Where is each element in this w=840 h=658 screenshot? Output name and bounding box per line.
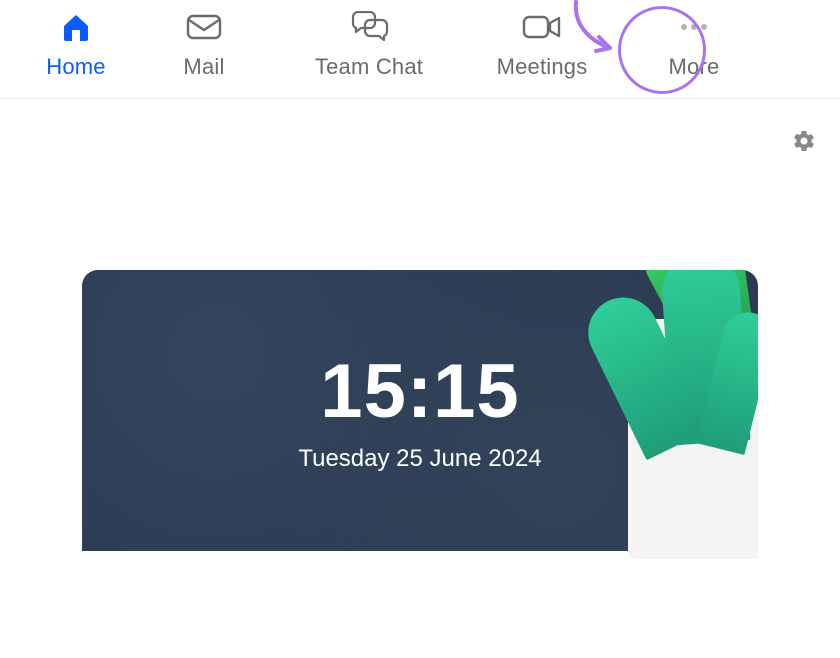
tab-team-chat[interactable]: Team Chat: [278, 0, 460, 98]
tab-meetings-label: Meetings: [497, 54, 588, 80]
clock-date: Tuesday 25 June 2024: [298, 445, 541, 473]
tab-mail-label: Mail: [183, 54, 224, 80]
tab-more-label: More: [669, 54, 720, 80]
mail-icon: [186, 10, 222, 44]
tab-home-label: Home: [46, 54, 106, 80]
more-icon: [674, 10, 714, 44]
top-tab-bar: Home Mail Team Chat Meetings: [0, 0, 840, 99]
home-icon: [60, 10, 92, 44]
settings-button[interactable]: [789, 126, 819, 156]
home-clock-card: 15:15 Tuesday 25 June 2024: [82, 270, 758, 658]
card-lower-area: [82, 551, 758, 658]
tab-mail[interactable]: Mail: [130, 0, 278, 98]
video-icon: [522, 10, 562, 44]
tab-meetings[interactable]: Meetings: [460, 0, 624, 98]
chat-icon: [349, 10, 389, 44]
clock-time: 15:15: [320, 348, 519, 435]
tab-more[interactable]: More: [624, 0, 764, 98]
tab-team-chat-label: Team Chat: [315, 54, 423, 80]
clock-panel: 15:15 Tuesday 25 June 2024: [82, 270, 758, 551]
tab-home[interactable]: Home: [22, 0, 130, 98]
gear-icon: [792, 129, 816, 153]
